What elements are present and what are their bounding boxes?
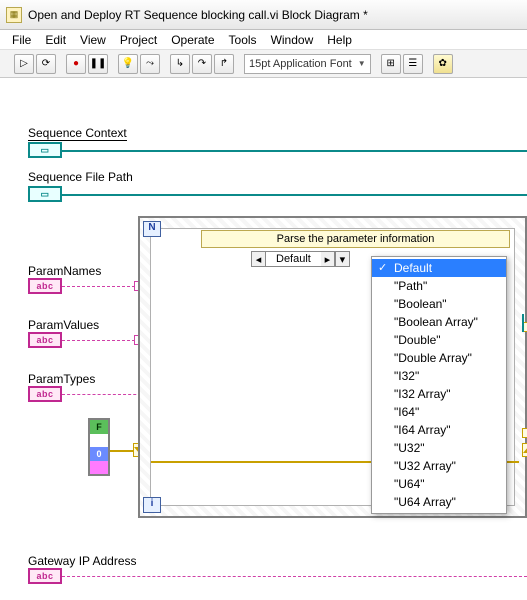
- menubar: File Edit View Project Operate Tools Win…: [0, 30, 527, 50]
- dropdown-item-i32-array[interactable]: "I32 Array": [372, 385, 506, 403]
- menu-file[interactable]: File: [6, 31, 37, 49]
- case-value-label[interactable]: Default: [266, 252, 321, 266]
- run-button[interactable]: ▷: [14, 54, 34, 74]
- dropdown-item-u64-array[interactable]: "U64 Array": [372, 493, 506, 511]
- label-param-types: ParamTypes: [28, 372, 95, 386]
- cleanup-button[interactable]: ✿: [433, 54, 453, 74]
- dropdown-item-i64[interactable]: "I64": [372, 403, 506, 421]
- dropdown-item-i64-array[interactable]: "I64 Array": [372, 421, 506, 439]
- window-titlebar: ▦ Open and Deploy RT Sequence blocking c…: [0, 0, 527, 30]
- loop-n-terminal[interactable]: N: [143, 221, 161, 237]
- dropdown-item-default[interactable]: ✓ Default: [372, 259, 506, 277]
- label-sequence-file-path: Sequence File Path: [28, 170, 133, 184]
- terminal-param-types[interactable]: abc: [28, 386, 62, 402]
- menu-window[interactable]: Window: [265, 31, 320, 49]
- labview-icon: ▦: [6, 7, 22, 23]
- label-sequence-context: Sequence Context: [28, 126, 127, 141]
- step-out-button[interactable]: ↱: [214, 54, 234, 74]
- wire-sequence-context: [62, 150, 527, 152]
- terminal-param-values[interactable]: abc: [28, 332, 62, 348]
- menu-tools[interactable]: Tools: [223, 31, 263, 49]
- retain-wires-button[interactable]: ⤳: [140, 54, 160, 74]
- terminal-param-names[interactable]: abc: [28, 278, 62, 294]
- wire-param-values: [62, 340, 140, 341]
- terminal-gateway-ip[interactable]: abc: [28, 568, 62, 584]
- wire-gateway-ip: [62, 576, 527, 577]
- case-next-button[interactable]: ▸: [321, 252, 335, 266]
- menu-help[interactable]: Help: [321, 31, 358, 49]
- shift-register-right: [522, 443, 527, 457]
- dropdown-item-path[interactable]: "Path": [372, 277, 506, 295]
- pause-button[interactable]: ❚❚: [88, 54, 108, 74]
- case-prev-button[interactable]: ◂: [252, 252, 266, 266]
- menu-view[interactable]: View: [74, 31, 112, 49]
- block-diagram-canvas[interactable]: Sequence Context ▭ Sequence File Path ▭ …: [0, 78, 527, 600]
- dropdown-item-boolean[interactable]: "Boolean": [372, 295, 506, 313]
- terminal-sequence-file-path[interactable]: ▭: [28, 186, 62, 202]
- dropdown-item-u32[interactable]: "U32": [372, 439, 506, 457]
- step-over-button[interactable]: ↷: [192, 54, 212, 74]
- wire-out-teal-stub: [522, 314, 524, 332]
- run-continuous-button[interactable]: ⟳: [36, 54, 56, 74]
- toolbar: ▷ ⟳ ● ❚❚ 💡 ⤳ ↳ ↷ ↱ 15pt Application Font…: [0, 50, 527, 78]
- loop-header-comment: Parse the parameter information: [201, 230, 510, 248]
- constant-pink: [90, 461, 108, 475]
- font-selector[interactable]: 15pt Application Font ▼: [244, 54, 371, 74]
- constant-zero: 0: [90, 447, 108, 461]
- case-dropdown-menu: ✓ Default "Path" "Boolean" "Boolean Arra…: [371, 256, 507, 514]
- loop-i-terminal[interactable]: i: [143, 497, 161, 513]
- check-icon: ✓: [378, 261, 387, 274]
- align-button[interactable]: ⊞: [381, 54, 401, 74]
- constant-cluster[interactable]: F 0: [88, 418, 110, 476]
- label-gateway-ip: Gateway IP Address: [28, 554, 137, 568]
- constant-false: F: [90, 420, 108, 434]
- highlight-exec-button[interactable]: 💡: [118, 54, 138, 74]
- wire-sequence-file-path: [62, 194, 527, 196]
- dropdown-item-double-array[interactable]: "Double Array": [372, 349, 506, 367]
- dropdown-item-i32[interactable]: "I32": [372, 367, 506, 385]
- dropdown-item-boolean-array[interactable]: "Boolean Array": [372, 313, 506, 331]
- dropdown-item-double[interactable]: "Double": [372, 331, 506, 349]
- window-title: Open and Deploy RT Sequence blocking cal…: [28, 8, 368, 22]
- terminal-sequence-context[interactable]: ▭: [28, 142, 62, 158]
- tunnel-out-gold: [522, 428, 527, 438]
- constant-empty: [90, 434, 108, 448]
- label-param-values: ParamValues: [28, 318, 99, 332]
- menu-edit[interactable]: Edit: [39, 31, 72, 49]
- distribute-button[interactable]: ☰: [403, 54, 423, 74]
- case-selector[interactable]: ◂ Default ▸ ▾: [251, 251, 350, 267]
- dropdown-item-u32-array[interactable]: "U32 Array": [372, 457, 506, 475]
- step-into-button[interactable]: ↳: [170, 54, 190, 74]
- label-param-names: ParamNames: [28, 264, 101, 278]
- wire-param-names: [62, 286, 140, 287]
- abort-button[interactable]: ●: [66, 54, 86, 74]
- font-selector-label: 15pt Application Font: [249, 58, 352, 70]
- menu-project[interactable]: Project: [114, 31, 163, 49]
- case-dropdown-button[interactable]: ▾: [335, 252, 349, 266]
- menu-operate[interactable]: Operate: [165, 31, 220, 49]
- dropdown-item-u64[interactable]: "U64": [372, 475, 506, 493]
- chevron-down-icon: ▼: [358, 59, 366, 68]
